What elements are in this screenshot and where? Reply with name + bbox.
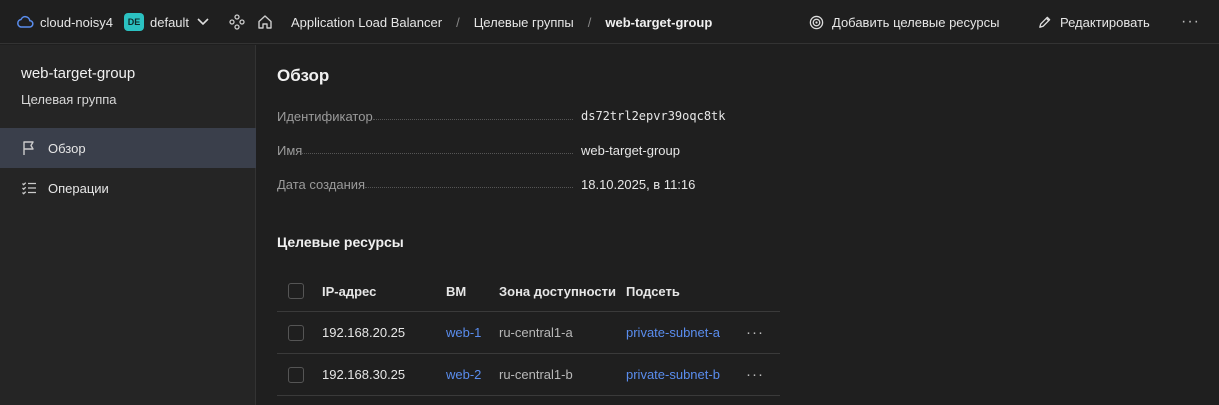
target-icon	[809, 15, 824, 30]
table-header-row: IP-адрес ВМ Зона доступности Подсеть	[277, 271, 780, 312]
row-more-button[interactable]: ···	[746, 312, 764, 353]
vm-link[interactable]: web-1	[446, 312, 481, 353]
pencil-icon	[1037, 15, 1052, 30]
subnet-link[interactable]: private-subnet-b	[626, 354, 720, 395]
breadcrumb-separator: /	[587, 14, 592, 30]
chevron-down-icon	[197, 18, 209, 26]
property-key: Идентификатор	[277, 109, 575, 124]
property-row-name: Имя web-target-group	[277, 143, 777, 163]
top-bar: cloud-noisy4 DE default Application Load…	[0, 0, 1219, 44]
ip-address: 192.168.30.25	[322, 367, 406, 382]
edit-label: Редактировать	[1060, 14, 1150, 30]
availability-zone: ru-central1-b	[499, 367, 573, 382]
edit-button[interactable]: Редактировать	[1037, 0, 1150, 44]
flag-icon	[21, 140, 37, 156]
column-header-zone[interactable]: Зона доступности	[499, 271, 616, 311]
property-row-created: Дата создания 18.10.2025, в 11:16	[277, 177, 777, 197]
folder-badge: DE	[124, 13, 144, 31]
table-row: 192.168.30.25 web-2 ru-central1-b privat…	[277, 354, 780, 396]
property-value: web-target-group	[581, 143, 680, 158]
breadcrumb-separator: /	[456, 14, 460, 30]
sidebar-item-operations[interactable]: Операции	[0, 168, 256, 208]
breadcrumb-alb[interactable]: Application Load Balancer	[291, 15, 442, 30]
sidebar-subtitle: Целевая группа	[21, 92, 117, 107]
services-icon[interactable]	[229, 0, 245, 44]
sidebar-title: web-target-group	[21, 65, 136, 82]
sidebar-item-overview[interactable]: Обзор	[0, 128, 256, 168]
availability-zone: ru-central1-a	[499, 325, 573, 340]
breadcrumb-target-groups[interactable]: Целевые группы	[474, 15, 574, 30]
select-all-checkbox[interactable]	[288, 271, 304, 311]
column-header-vm[interactable]: ВМ	[446, 271, 466, 311]
add-target-resources-button[interactable]: Добавить целевые ресурсы	[809, 0, 999, 44]
cloud-icon	[16, 15, 34, 29]
property-row-id: Идентификатор ds72trl2epvr39oqc8tk	[277, 109, 777, 129]
home-icon[interactable]	[257, 0, 273, 44]
row-more-button[interactable]: ···	[746, 354, 764, 395]
sidebar-item-label: Обзор	[48, 140, 86, 156]
cloud-selector[interactable]: cloud-noisy4	[16, 0, 113, 44]
vm-link[interactable]: web-2	[446, 354, 481, 395]
ip-address: 192.168.20.25	[322, 325, 406, 340]
sidebar-item-label: Операции	[48, 180, 109, 196]
target-resources-table: IP-адрес ВМ Зона доступности Подсеть 192…	[277, 271, 780, 396]
cloud-name: cloud-noisy4	[40, 14, 113, 30]
property-key: Дата создания	[277, 177, 575, 192]
property-key: Имя	[277, 143, 575, 158]
property-value: 18.10.2025, в 11:16	[581, 177, 696, 192]
subnet-link[interactable]: private-subnet-a	[626, 312, 720, 353]
column-header-ip[interactable]: IP-адрес	[322, 271, 376, 311]
overview-heading: Обзор	[277, 66, 330, 85]
row-checkbox[interactable]	[288, 354, 304, 395]
target-resources-heading: Целевые ресурсы	[277, 234, 404, 250]
breadcrumb-current: web-target-group	[605, 14, 713, 30]
property-value[interactable]: ds72trl2epvr39oqc8tk	[581, 109, 726, 123]
add-target-resources-label: Добавить целевые ресурсы	[832, 14, 1000, 30]
breadcrumb: Application Load Balancer / Целевые груп…	[291, 0, 712, 44]
column-header-subnet[interactable]: Подсеть	[626, 271, 680, 311]
sidebar: web-target-group Целевая группа Обзор Оп…	[0, 45, 256, 405]
folder-selector[interactable]: DE default	[124, 0, 209, 44]
list-check-icon	[21, 180, 37, 196]
row-checkbox[interactable]	[288, 312, 304, 353]
more-actions-button[interactable]: ···	[1181, 0, 1200, 44]
folder-name: default	[150, 14, 190, 30]
table-row: 192.168.20.25 web-1 ru-central1-a privat…	[277, 312, 780, 354]
